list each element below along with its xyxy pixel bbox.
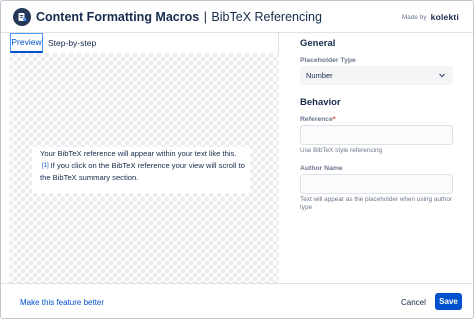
settings-pane: General Placeholder Type Number Behavior… xyxy=(280,33,473,283)
preview-text-after: If you click on the BibTeX reference you… xyxy=(40,161,245,182)
app-logo-icon xyxy=(13,8,31,26)
placeholder-type-select[interactable]: Number xyxy=(300,66,453,85)
macro-dialog: Content Formatting Macros | BibTeX Refer… xyxy=(0,0,474,319)
vendor-logo: kolekti xyxy=(430,12,459,22)
chevron-down-icon xyxy=(439,73,445,78)
save-button[interactable]: Save xyxy=(435,293,462,310)
title-secondary: BibTeX Referencing xyxy=(211,10,322,24)
behavior-heading: Behavior xyxy=(300,97,341,108)
feedback-link[interactable]: Make this feature better xyxy=(20,298,104,307)
placeholder-type-value: Number xyxy=(306,71,333,80)
title-primary: Content Formatting Macros xyxy=(36,10,200,24)
tab-step-by-step[interactable]: Step-by-step xyxy=(44,33,100,53)
preview-text-before: Your BibTeX reference will appear within… xyxy=(40,149,237,158)
dialog-header: Content Formatting Macros | BibTeX Refer… xyxy=(1,1,473,33)
made-by: Made by kolekti xyxy=(402,12,459,22)
author-name-help: Text will appear as the placeholder when… xyxy=(300,196,453,211)
title-separator: | xyxy=(203,10,207,24)
dialog-footer: Make this feature better Cancel Save xyxy=(1,283,473,318)
tab-bar: Preview Step-by-step xyxy=(1,33,279,53)
preview-text: Your BibTeX reference will appear within… xyxy=(32,147,250,193)
general-heading: General xyxy=(300,38,336,49)
tab-preview[interactable]: Preview xyxy=(10,33,43,53)
preview-pane: Preview Step-by-step Your BibTeX referen… xyxy=(1,33,279,283)
author-name-input[interactable] xyxy=(300,174,453,194)
placeholder-type-label: Placeholder Type xyxy=(300,57,356,64)
required-mark: * xyxy=(332,116,336,123)
cancel-button[interactable]: Cancel xyxy=(401,298,426,307)
reference-help: Use BibTeX style referencing xyxy=(300,147,383,154)
reference-marker[interactable]: [1] xyxy=(42,163,49,169)
reference-label: Reference* xyxy=(300,116,336,123)
author-name-label: Author Name xyxy=(300,165,343,172)
made-by-label: Made by xyxy=(401,13,427,21)
dialog-title: Content Formatting Macros | BibTeX Refer… xyxy=(36,10,322,24)
reference-label-text: Reference xyxy=(300,116,333,123)
reference-input[interactable] xyxy=(300,125,453,145)
